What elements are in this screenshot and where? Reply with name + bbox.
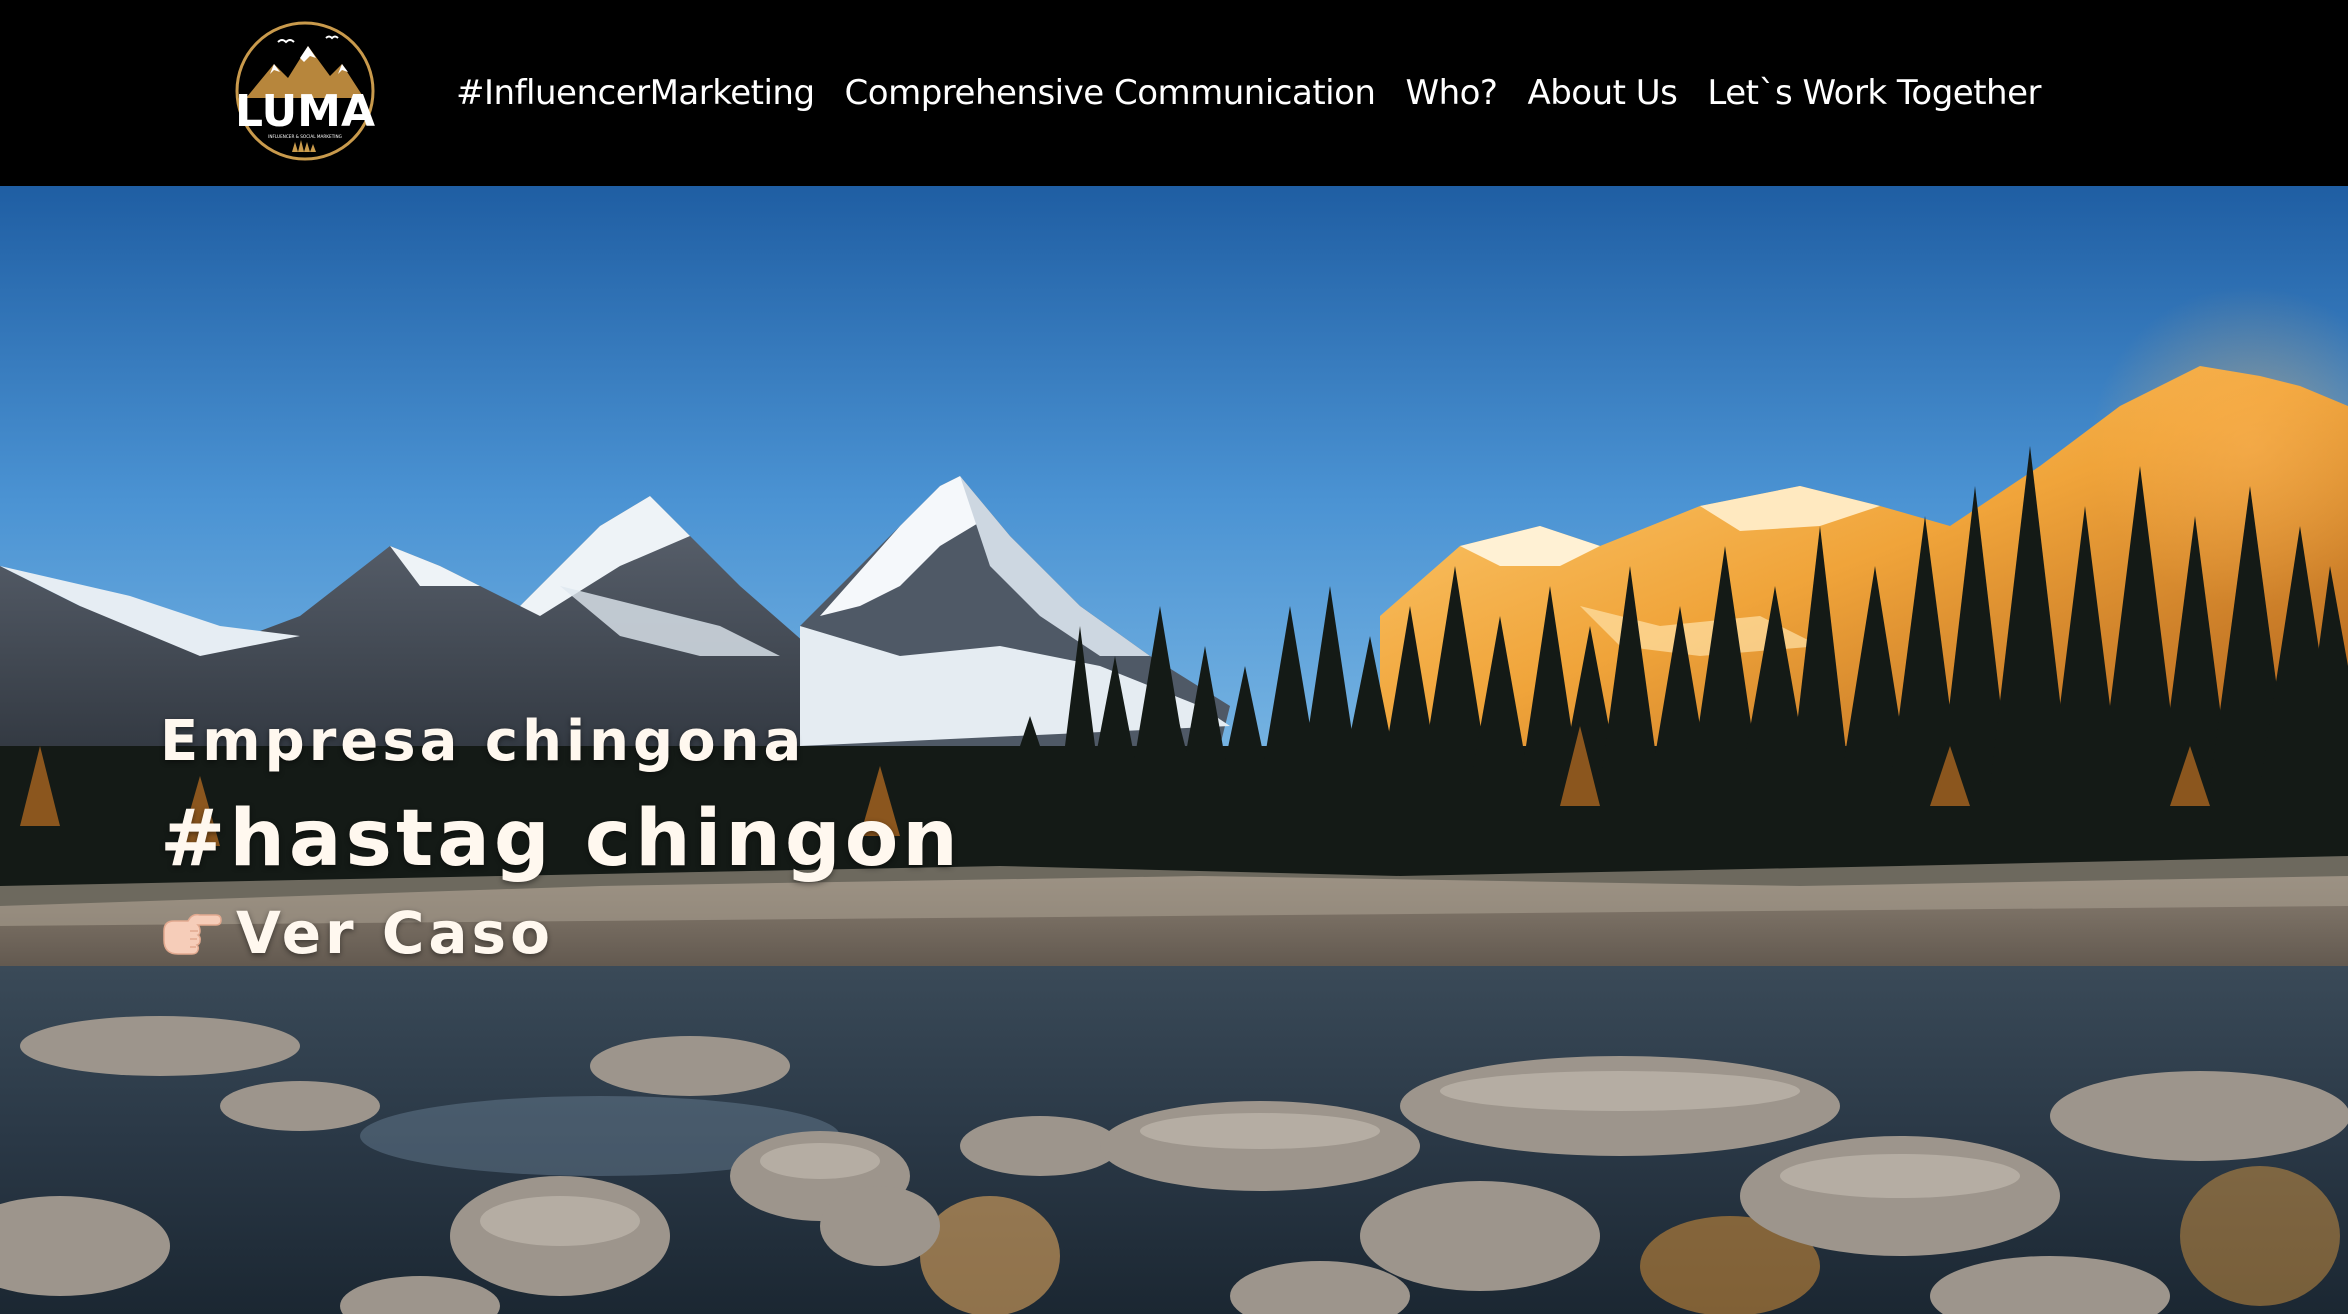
- nav-item-who[interactable]: Who?: [1390, 73, 1512, 113]
- nav-item-comprehensive-communication[interactable]: Comprehensive Communication: [830, 73, 1391, 113]
- logo-tagline: INFLUENCER & SOCIAL MARKETING: [268, 134, 342, 139]
- hero-title: #hastag chingon: [160, 794, 962, 884]
- page: LUMA INFLUENCER & SOCIAL MARKETING #Infl…: [0, 0, 2348, 1314]
- luma-logo[interactable]: LUMA INFLUENCER & SOCIAL MARKETING: [234, 18, 376, 164]
- hero-content: Empresa chingona #hastag chingon Ver Cas…: [160, 709, 962, 963]
- hero-kicker: Empresa chingona: [160, 709, 806, 774]
- site-header: LUMA INFLUENCER & SOCIAL MARKETING #Infl…: [0, 0, 2348, 186]
- mountain-logo-icon: LUMA INFLUENCER & SOCIAL MARKETING: [235, 21, 375, 161]
- ver-caso-button[interactable]: Ver Caso: [160, 904, 962, 962]
- hero-section: Empresa chingona #hastag chingon Ver Cas…: [0, 186, 2348, 1314]
- nav-item-about-us[interactable]: About Us: [1512, 73, 1692, 113]
- pointing-hand-icon: [163, 913, 222, 955]
- nav-item-influencer-marketing[interactable]: #InfluencerMarketing: [456, 73, 830, 113]
- nav-item-work-together[interactable]: Let`s Work Together: [1692, 73, 2056, 113]
- logo-text: LUMA: [235, 86, 375, 137]
- ver-caso-label: Ver Caso: [236, 899, 554, 967]
- main-nav: #InfluencerMarketing Comprehensive Commu…: [456, 0, 2056, 186]
